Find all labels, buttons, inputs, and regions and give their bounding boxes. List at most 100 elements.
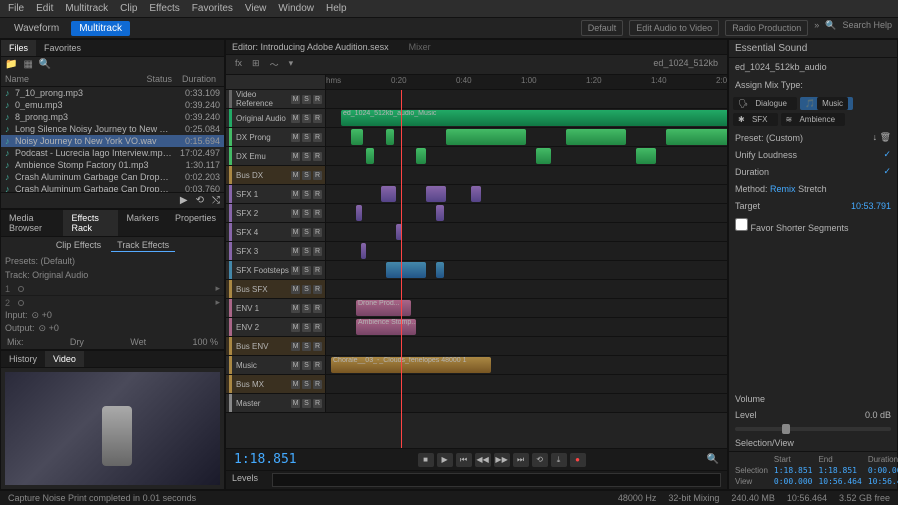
col-status[interactable]: Status <box>134 74 172 84</box>
clip[interactable] <box>566 129 626 145</box>
favor-checkbox[interactable] <box>735 218 748 231</box>
track-sfx-footsteps[interactable]: SFX FootstepsMSR <box>226 261 727 280</box>
stretch-option[interactable]: Stretch <box>798 184 827 194</box>
play-button[interactable]: ▶ <box>437 453 453 467</box>
track-sfx-2[interactable]: SFX 2MSR <box>226 204 727 223</box>
open-file-icon[interactable]: 📁 <box>5 59 17 70</box>
file-row[interactable]: ♪Noisy Journey to New York VO.wav0:15.69… <box>1 135 224 147</box>
tab-media-browser[interactable]: Media Browser <box>1 210 63 236</box>
level-slider[interactable] <box>735 427 891 431</box>
tab-properties[interactable]: Properties <box>167 210 224 236</box>
workspace-radio[interactable]: Radio Production <box>725 20 808 36</box>
track-video-reference[interactable]: Video ReferenceMSR <box>226 90 727 109</box>
presets-label[interactable]: Presets: (Default) <box>5 256 75 266</box>
track-sfx-3[interactable]: SFX 3MSR <box>226 242 727 261</box>
target-value[interactable]: 10:53.791 <box>851 201 891 211</box>
menu-edit[interactable]: Edit <box>36 3 53 14</box>
type-sfx[interactable]: ✱ SFX <box>733 113 778 126</box>
sel-start[interactable]: 1:18.851 <box>774 466 813 475</box>
clip[interactable]: ed_1024_512kb_audio_Music <box>341 110 727 126</box>
track-effects-tab[interactable]: Track Effects <box>111 239 175 252</box>
favorites-tab[interactable]: Favorites <box>36 40 89 56</box>
col-duration[interactable]: Duration <box>172 74 220 84</box>
files-tab[interactable]: Files <box>1 40 36 56</box>
multitrack-tab[interactable]: Multitrack <box>71 21 130 36</box>
track-music[interactable]: MusicMSRChorale__03_-_Clouds_fenelopes 4… <box>226 356 727 375</box>
record-button[interactable]: ● <box>570 453 586 467</box>
type-music[interactable]: 🎵 Music <box>800 97 853 110</box>
clip[interactable] <box>536 148 551 164</box>
menu-multitrack[interactable]: Multitrack <box>65 3 108 14</box>
zoom-controls[interactable]: 🔍 <box>707 454 719 465</box>
forward-button[interactable]: ▶▶ <box>494 453 510 467</box>
editor-title[interactable]: Editor: Introducing Adobe Audition.sesx <box>232 42 389 52</box>
view-end[interactable]: 10:56.464 <box>818 477 861 486</box>
timeline-ruler[interactable]: hms0:200:401:001:201:402:002:202:40 <box>326 75 727 89</box>
duration-label[interactable]: Duration <box>735 167 769 177</box>
sel-end[interactable]: 1:18.851 <box>818 466 861 475</box>
input-knob[interactable]: ⊙ +0 <box>32 310 52 321</box>
tab-markers[interactable]: Markers <box>118 210 167 236</box>
workspace-edit[interactable]: Edit Audio to Video <box>629 20 719 36</box>
track-bus-sfx[interactable]: Bus SFXMSR <box>226 280 727 299</box>
track-bus-env[interactable]: Bus ENVMSR <box>226 337 727 356</box>
menu-effects[interactable]: Effects <box>149 3 179 14</box>
history-tab[interactable]: History <box>1 351 45 367</box>
clip[interactable]: Chorale__03_-_Clouds_fenelopes 48000 1 <box>331 357 491 373</box>
skip-button[interactable]: ⤓ <box>551 453 567 467</box>
menu-help[interactable]: Help <box>326 3 347 14</box>
next-button[interactable]: ⏭ <box>513 453 529 467</box>
rewind-button[interactable]: ◀◀ <box>475 453 491 467</box>
file-row[interactable]: ♪7_10_prong.mp30:33.109 <box>1 87 224 99</box>
duration-check-icon[interactable]: ✓ <box>883 166 891 177</box>
col-name[interactable]: Name <box>5 74 134 84</box>
clip[interactable] <box>471 186 481 202</box>
clip[interactable] <box>351 129 363 145</box>
new-file-icon[interactable]: ▦ <box>23 59 32 70</box>
unify-loudness[interactable]: Unify Loudness <box>735 150 797 160</box>
clip[interactable] <box>381 186 396 202</box>
track-env-1[interactable]: ENV 1MSRDrone Prod... <box>226 299 727 318</box>
track-dx-prong[interactable]: DX ProngMSR <box>226 128 727 147</box>
volume-label[interactable]: Volume <box>735 394 765 404</box>
clip[interactable] <box>386 129 394 145</box>
output-knob[interactable]: ⊙ +0 <box>39 323 59 334</box>
stop-button[interactable]: ■ <box>418 453 434 467</box>
file-row[interactable]: ♪Crash Aluminum Garbage Can Dropping On … <box>1 183 224 192</box>
prev-button[interactable]: ⏮ <box>456 453 472 467</box>
preset-icons[interactable]: ↓ 🗑 <box>873 132 891 143</box>
track-bus-dx[interactable]: Bus DXMSR <box>226 166 727 185</box>
clip[interactable] <box>436 262 444 278</box>
expand-icon[interactable]: » <box>814 20 819 36</box>
clip[interactable] <box>666 129 727 145</box>
view-dur[interactable]: 10:56.464 <box>868 477 898 486</box>
clip[interactable] <box>366 148 374 164</box>
track-sfx-1[interactable]: SFX 1MSR <box>226 185 727 204</box>
file-row[interactable]: ♪0_emu.mp30:39.240 <box>1 99 224 111</box>
file-row[interactable]: ♪8_prong.mp30:39.240 <box>1 111 224 123</box>
tab-effects-rack[interactable]: Effects Rack <box>63 210 118 236</box>
track-dx-emu[interactable]: DX EmuMSR <box>226 147 727 166</box>
type-ambience[interactable]: ≋ Ambience <box>781 113 846 126</box>
remix-option[interactable]: Remix <box>770 184 796 194</box>
timecode[interactable]: 1:18.851 <box>234 452 297 467</box>
search-help[interactable]: Search Help <box>842 20 892 36</box>
clip[interactable]: Ambience Stomp... <box>356 319 416 335</box>
autoplay-icon[interactable]: ⤭ <box>212 195 220 206</box>
track-bus-mx[interactable]: Bus MXMSR <box>226 375 727 394</box>
file-row[interactable]: ♪Podcast - Lucrecia Iago Interview.mp3 *… <box>1 147 224 159</box>
type-dialogue[interactable]: 🗣 Dialogue <box>733 97 797 110</box>
file-row[interactable]: ♪Ambience Stomp Factory 01.mp31:30.117 <box>1 159 224 171</box>
clip[interactable] <box>436 205 444 221</box>
file-row[interactable]: ♪Long Silence Noisy Journey to New York … <box>1 123 224 135</box>
track-master[interactable]: MasterMSR <box>226 394 727 413</box>
video-tab[interactable]: Video <box>45 351 84 367</box>
menu-favorites[interactable]: Favorites <box>192 3 233 14</box>
view-start[interactable]: 0:00.000 <box>774 477 813 486</box>
loop-icon[interactable]: ⟲ <box>196 195 204 206</box>
mixer-tab[interactable]: Mixer <box>409 42 431 52</box>
clip[interactable] <box>426 186 446 202</box>
menu-window[interactable]: Window <box>278 3 314 14</box>
sel-dur[interactable]: 0:00.000 <box>868 466 898 475</box>
track-sfx-4[interactable]: SFX 4MSR <box>226 223 727 242</box>
